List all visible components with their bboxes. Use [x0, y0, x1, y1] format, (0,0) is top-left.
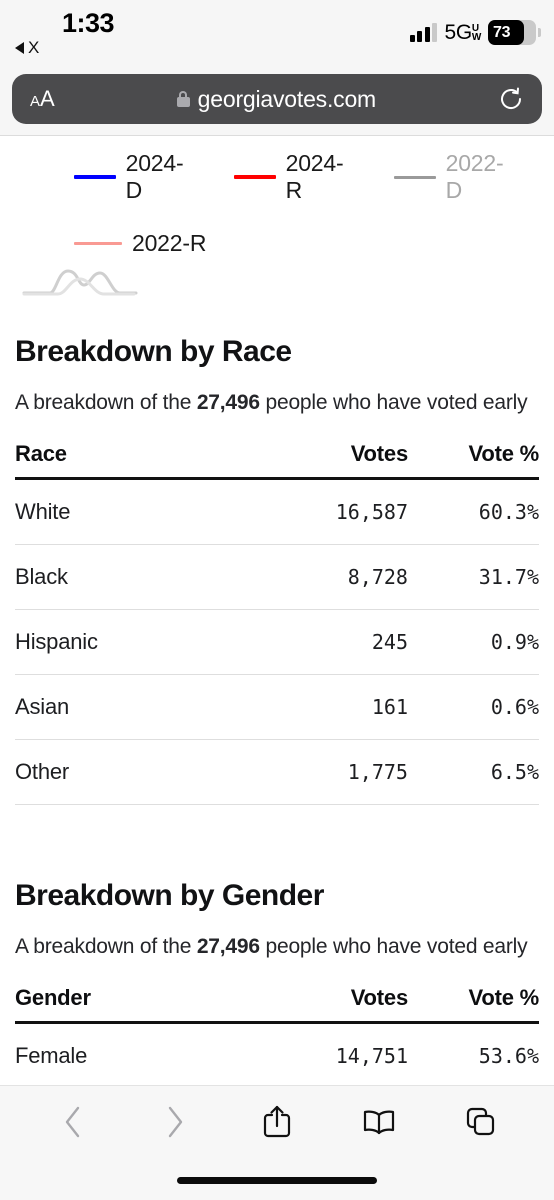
gender-subtitle-suffix: people who have voted early — [259, 935, 528, 958]
back-to-app-label: X — [28, 38, 40, 57]
legend-swatch-2024-d — [74, 175, 116, 179]
race-header-votes: Votes — [261, 441, 408, 480]
battery-icon: 73 — [488, 20, 541, 45]
table-row: Black 8,728 31.7% — [15, 544, 539, 610]
back-to-app-button[interactable]: X — [15, 39, 39, 56]
phone-screen: 1:33 X 5G U W 73 A A georgiavotes.com 20… — [0, 0, 554, 1200]
race-cell-pct: 0.9% — [407, 609, 539, 675]
share-button[interactable] — [251, 1096, 303, 1148]
text-size-button[interactable]: AA — [30, 88, 55, 110]
table-row: Other 1,775 6.5% — [15, 739, 539, 805]
race-cell-pct: 60.3% — [407, 478, 539, 545]
gender-section-title: Breakdown by Gender — [15, 879, 324, 912]
tabs-button[interactable] — [455, 1096, 507, 1148]
gender-table-header-row: Gender Votes Vote % — [15, 985, 539, 1024]
table-row: Female 14,751 53.6% — [15, 1022, 539, 1085]
home-indicator — [177, 1177, 377, 1184]
race-cell-votes: 1,775 — [261, 739, 408, 805]
url-display[interactable]: georgiavotes.com — [55, 86, 498, 113]
legend-label-2022-r: 2022-R — [132, 230, 207, 256]
race-subtitle-prefix: A breakdown of the — [15, 391, 197, 414]
race-cell-votes: 16,587 — [261, 478, 408, 545]
table-row: White 16,587 60.3% — [15, 478, 539, 545]
back-button[interactable] — [47, 1096, 99, 1148]
legend-label-2024-d: 2024-D — [125, 150, 184, 203]
network-uw-icon: U W — [471, 22, 481, 43]
status-indicators: 5G U W 73 — [409, 20, 541, 45]
status-time: 1:33 — [62, 8, 115, 38]
gender-header-name: Gender — [15, 985, 262, 1024]
race-cell-name: Other — [15, 739, 262, 805]
gender-header-votes: Votes — [261, 985, 408, 1024]
race-cell-pct: 31.7% — [407, 544, 539, 610]
status-bar: 1:33 X 5G U W 73 — [0, 0, 554, 66]
network-type-text: 5G — [444, 21, 472, 44]
race-cell-votes: 8,728 — [261, 544, 408, 610]
gender-cell-votes: 14,751 — [261, 1022, 408, 1085]
legend-item-2024-r[interactable]: 2024-R — [234, 150, 350, 204]
legend-item-2022-r[interactable]: 2022-R — [74, 230, 206, 257]
lock-icon — [176, 91, 190, 107]
chart-legend-row-2: 2022-R — [0, 230, 554, 257]
chart-legend-row-1: 2024-D 2024-R 2022-D — [0, 150, 554, 204]
gender-header-pct: Vote % — [407, 985, 539, 1024]
cellular-signal-icon — [409, 23, 438, 42]
back-triangle-icon — [15, 41, 24, 54]
race-cell-name: White — [15, 478, 262, 545]
table-row: Asian 161 0.6% — [15, 674, 539, 740]
table-row: Hispanic 245 0.9% — [15, 609, 539, 675]
browser-bottom-toolbar — [0, 1085, 554, 1200]
race-cell-name: Asian — [15, 674, 262, 740]
page-content: 2024-D 2024-R 2022-D 2022-R Breakdown by… — [0, 136, 554, 1085]
battery-percent: 73 — [493, 23, 511, 41]
gender-subtitle-prefix: A breakdown of the — [15, 935, 197, 958]
race-cell-name: Black — [15, 544, 262, 610]
race-section-title: Breakdown by Race — [15, 335, 292, 368]
toolbar-buttons — [0, 1086, 554, 1158]
gender-cell-pct: 53.6% — [407, 1022, 539, 1085]
race-subtitle-suffix: people who have voted early — [259, 391, 528, 414]
forward-button[interactable] — [149, 1096, 201, 1148]
url-text: georgiavotes.com — [197, 85, 377, 112]
gender-cell-name: Female — [15, 1022, 262, 1085]
legend-swatch-2024-r — [234, 175, 276, 179]
gender-subtitle-count: 27,496 — [196, 935, 260, 958]
chart-curve-fragment — [22, 263, 554, 297]
legend-label-2022-d: 2022-D — [445, 150, 504, 203]
legend-swatch-2022-r — [74, 242, 122, 245]
legend-label-2024-r: 2024-R — [285, 150, 344, 203]
legend-item-2024-d[interactable]: 2024-D — [74, 150, 190, 204]
race-cell-votes: 245 — [261, 609, 408, 675]
gender-table: Gender Votes Vote % Female 14,751 53.6% — [15, 985, 539, 1085]
chart-legend: 2024-D 2024-R 2022-D 2022-R — [0, 136, 554, 297]
browser-top-chrome: 1:33 X 5G U W 73 A A georgiavotes.com — [0, 0, 554, 136]
race-section-subtitle: A breakdown of the 27,496 people who hav… — [15, 391, 539, 415]
race-cell-pct: 6.5% — [407, 739, 539, 805]
breakdown-by-race-section: Breakdown by Race A breakdown of the 27,… — [0, 335, 554, 805]
race-table-header-row: Race Votes Vote % — [15, 441, 539, 480]
race-cell-name: Hispanic — [15, 609, 262, 675]
reload-icon[interactable] — [498, 86, 524, 112]
race-cell-votes: 161 — [261, 674, 408, 740]
legend-item-2022-d[interactable]: 2022-D — [394, 150, 510, 204]
bookmarks-button[interactable] — [353, 1096, 405, 1148]
breakdown-by-gender-section: Breakdown by Gender A breakdown of the 2… — [0, 879, 554, 1085]
race-cell-pct: 0.6% — [407, 674, 539, 740]
race-subtitle-count: 27,496 — [196, 391, 260, 414]
race-header-name: Race — [15, 441, 262, 480]
legend-swatch-2022-d — [394, 175, 436, 179]
address-bar[interactable]: AA georgiavotes.com — [12, 74, 542, 124]
gender-section-subtitle: A breakdown of the 27,496 people who hav… — [15, 935, 539, 959]
network-type-label: 5G U W — [444, 22, 481, 43]
battery-nub — [538, 28, 541, 37]
race-header-pct: Vote % — [407, 441, 539, 480]
race-table: Race Votes Vote % White 16,587 60.3% Bla… — [15, 441, 539, 805]
